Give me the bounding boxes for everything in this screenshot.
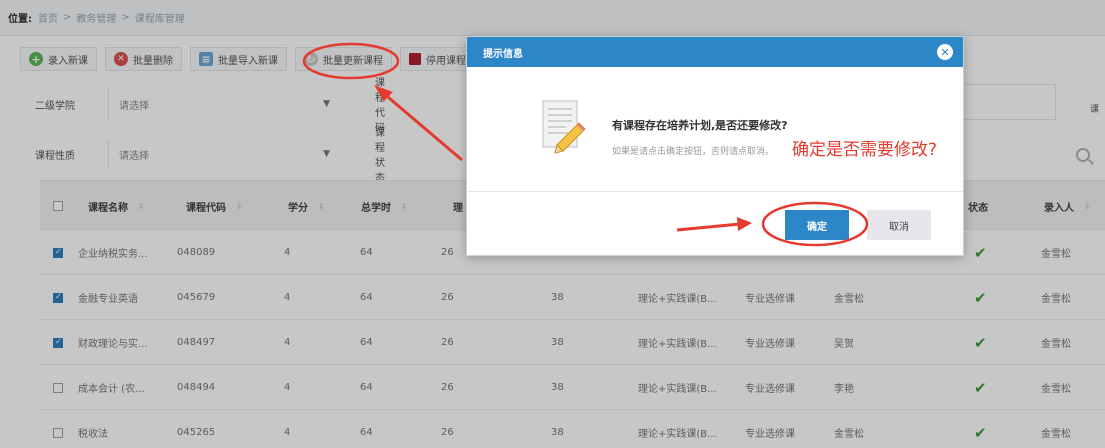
cancel-button[interactable]: 取消 bbox=[867, 210, 931, 240]
dialog-footer: 确定 取消 bbox=[467, 192, 963, 256]
dialog-title: 提示信息 bbox=[483, 48, 523, 60]
confirm-dialog: 提示信息 ✕ 有课程存在培养计划,是否还要修改? 如果是请点击确定按钮，否则请点… bbox=[466, 36, 964, 256]
annotation-text: 确定是否需要修改? bbox=[792, 140, 938, 160]
dialog-hint: 如果是请点击确定按钮，否则请点取消。 bbox=[612, 147, 775, 157]
dialog-body: 有课程存在培养计划,是否还要修改? 如果是请点击确定按钮，否则请点取消。 确定是… bbox=[467, 67, 963, 191]
confirm-button[interactable]: 确定 bbox=[785, 210, 849, 240]
dialog-header: 提示信息 ✕ bbox=[467, 37, 963, 67]
document-edit-icon bbox=[542, 100, 586, 154]
close-icon[interactable]: ✕ bbox=[937, 44, 953, 60]
dialog-message: 有课程存在培养计划,是否还要修改? bbox=[612, 119, 788, 132]
